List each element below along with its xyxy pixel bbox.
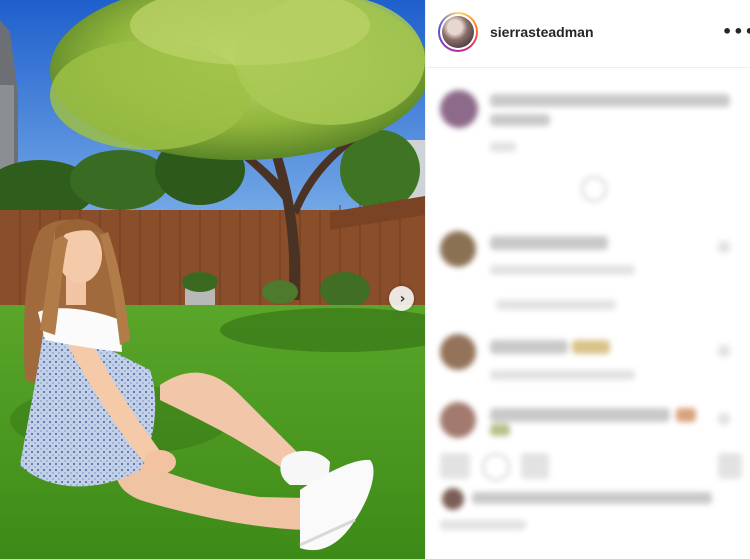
comments-section-blurred — [426, 68, 750, 559]
post-side-panel: sierrasteadman ••• — [425, 0, 750, 559]
carousel-next-button[interactable]: › — [389, 286, 414, 311]
photo-image — [0, 0, 425, 559]
username-link[interactable]: sierrasteadman — [490, 24, 594, 40]
blurred-avatar — [440, 90, 478, 128]
post-photo: › — [0, 0, 425, 559]
avatar[interactable] — [438, 12, 478, 52]
chevron-right-icon: › — [399, 290, 406, 307]
blurred-avatar — [440, 231, 476, 267]
blurred-avatar — [440, 402, 476, 438]
post-header: sierrasteadman ••• — [426, 0, 750, 68]
avatar-image — [442, 16, 474, 48]
blurred-avatar — [440, 334, 476, 370]
more-options-icon[interactable]: ••• — [722, 22, 750, 41]
instagram-post-modal: › sierrasteadman ••• — [0, 0, 750, 559]
